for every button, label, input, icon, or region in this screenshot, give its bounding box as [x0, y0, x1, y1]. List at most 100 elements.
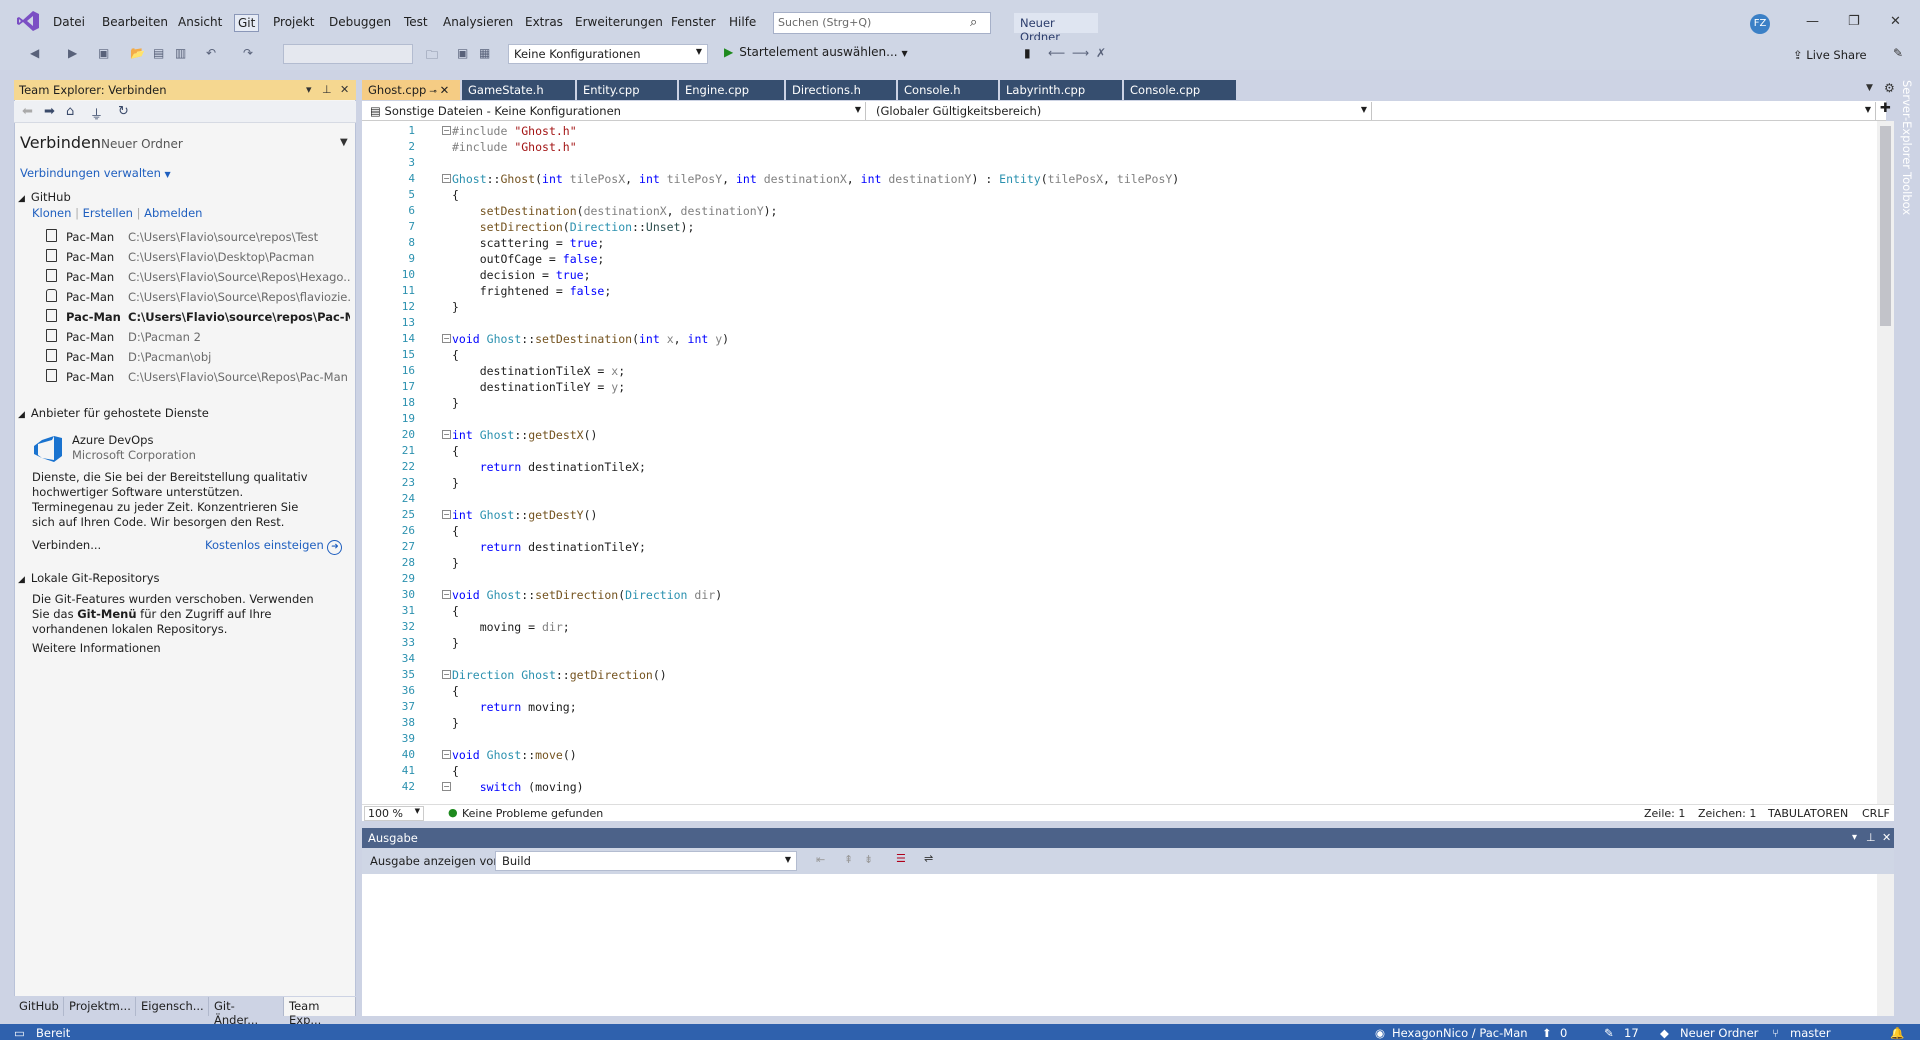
tab-console-cpp[interactable]: Console.cpp [1124, 80, 1236, 100]
line-indicator[interactable]: Zeile: 1 [1644, 807, 1685, 820]
local-repos-header[interactable]: ◢ Lokale Git-Repositorys [18, 571, 160, 585]
indent-mode[interactable]: TABULATOREN [1768, 807, 1848, 820]
close-icon[interactable]: ✕ [1890, 14, 1901, 29]
next-message-icon[interactable]: ⇟ [864, 853, 873, 866]
collapse-icon[interactable]: − [442, 174, 451, 183]
repo-list-item[interactable]: Pac-Man C:\Users\Flavio\Source\Repos\flav… [46, 288, 350, 306]
window-icon[interactable]: ▦ [479, 46, 490, 60]
menu-analysieren[interactable]: Analysieren [440, 14, 516, 30]
bottom-tab[interactable]: Eigensch... [136, 997, 209, 1016]
bookmark-next-icon[interactable]: ⟶ [1072, 46, 1089, 60]
collapse-icon[interactable]: − [442, 510, 451, 519]
collapse-icon[interactable]: − [442, 750, 451, 759]
unpushed-count[interactable]: 0 [1560, 1026, 1567, 1040]
close-icon[interactable]: ✕ [1882, 831, 1891, 844]
tab-directions-h[interactable]: Directions.h [786, 80, 896, 100]
repo-list-item[interactable]: Pac-Man D:\Pacman 2 [46, 328, 346, 346]
back-icon[interactable]: ◀ [30, 46, 39, 60]
create-link[interactable]: Erstellen [83, 206, 133, 220]
server-explorer-tab[interactable]: Server-Explorer [1900, 80, 1914, 169]
repo-list-item[interactable]: Pac-Man C:\Users\Flavio\source\repos\Pac-… [46, 308, 350, 326]
clear-all-icon[interactable]: ☰ [896, 852, 906, 865]
collapse-icon[interactable]: − [442, 126, 451, 135]
project-combo[interactable]: ▤ Sonstige Dateien - Keine Konfiguration… [364, 102, 866, 120]
bottom-tab[interactable]: Team Exp... [284, 997, 356, 1027]
undo-icon[interactable]: ↶ [206, 46, 216, 60]
github-section-header[interactable]: ◢ GitHub [18, 190, 71, 204]
notification-icon[interactable]: 🔔 [1890, 1026, 1904, 1040]
settings-icon[interactable]: ⚙ [1884, 81, 1895, 95]
collapse-icon[interactable]: − [442, 670, 451, 679]
get-started-free-link[interactable]: Kostenlos einsteigen ➜ [205, 538, 343, 555]
home-icon[interactable]: ⌂ [66, 104, 74, 119]
search-input[interactable]: Suchen (Strg+Q) [773, 12, 991, 34]
restore-icon[interactable]: ❐ [1848, 14, 1860, 29]
forward-icon[interactable]: ▶ [68, 46, 77, 60]
clone-link[interactable]: Klonen [32, 206, 71, 220]
save-icon[interactable]: ▤ [153, 46, 164, 60]
editor-scrollbar-thumb[interactable] [1880, 126, 1891, 326]
forward-icon[interactable]: ➡ [44, 104, 55, 119]
new-project-icon[interactable]: ▣ [98, 46, 109, 60]
tab-overflow-icon[interactable]: ▼ [1866, 83, 1873, 93]
configuration-combo[interactable]: Keine Konfigurationen ▼ [508, 44, 708, 64]
branch-name[interactable]: master [1790, 1026, 1831, 1040]
bottom-tab[interactable]: GitHub [14, 997, 64, 1016]
menu-git[interactable]: Git [234, 14, 260, 32]
menu-debuggen[interactable]: Debuggen [326, 14, 394, 30]
menu-ansicht[interactable]: Ansicht [175, 14, 225, 30]
back-icon[interactable]: ⬅ [22, 104, 33, 119]
chevron-down-icon[interactable]: ▼ [340, 137, 348, 148]
visual-studio-logo-icon[interactable] [16, 10, 40, 32]
close-icon[interactable]: ✕ [340, 83, 349, 96]
pane-menu-icon[interactable]: ▾ [306, 83, 312, 96]
problems-status[interactable]: Keine Probleme gefunden [462, 807, 603, 820]
plug-icon[interactable]: ⏚ [90, 104, 103, 123]
hosted-services-header[interactable]: ◢ Anbieter für gehostete Dienste [18, 406, 209, 420]
bookmark-prev-icon[interactable]: ⟵ [1048, 46, 1065, 60]
collapse-icon[interactable]: − [442, 782, 451, 791]
live-share-button[interactable]: ⇪ Live Share [1793, 48, 1867, 62]
collapse-icon[interactable]: − [442, 430, 451, 439]
split-icon[interactable]: ✚ [1880, 101, 1891, 116]
output-scrollbar[interactable] [1877, 874, 1894, 1016]
screenshot-icon[interactable]: ▣ [457, 46, 468, 60]
repo-name[interactable]: HexagonNico / Pac-Man [1392, 1026, 1528, 1040]
menu-projekt[interactable]: Projekt [270, 14, 317, 30]
feedback-icon[interactable]: ✎ [1893, 46, 1903, 60]
output-body[interactable] [362, 874, 1877, 1016]
toolbox-tab[interactable]: Toolbox [1900, 172, 1914, 215]
pin-icon[interactable]: ⊥ [1866, 831, 1876, 844]
member-combo[interactable]: ▼ [1376, 102, 1876, 120]
changes-count[interactable]: 17 [1624, 1026, 1639, 1040]
refresh-icon[interactable]: ↻ [118, 104, 129, 119]
collapse-icon[interactable]: − [442, 590, 451, 599]
tab-labyrinth-cpp[interactable]: Labyrinth.cpp [1000, 80, 1122, 100]
menu-test[interactable]: Test [401, 14, 431, 30]
find-message-icon[interactable]: ⇤ [816, 853, 825, 866]
repo-list-item[interactable]: Pac-Man C:\Users\Flavio\Source\Repos\Pac-… [46, 368, 348, 386]
pane-menu-icon[interactable]: ▾ [1852, 832, 1857, 843]
collapse-icon[interactable]: − [442, 334, 451, 343]
menu-hilfe[interactable]: Hilfe [726, 14, 759, 30]
bottom-tab[interactable]: Git-Änder... [209, 997, 284, 1027]
save-all-icon[interactable]: ▥ [175, 46, 186, 60]
char-indicator[interactable]: Zeichen: 1 [1698, 807, 1756, 820]
start-button[interactable]: ▶ Startelement auswählen... ▼ [724, 45, 908, 59]
repo-list-item[interactable]: Pac-Man C:\Users\Flavio\Source\Repos\Hexa… [46, 268, 350, 286]
scope-combo[interactable]: (Globaler Gültigkeitsbereich) ▼ [870, 102, 1372, 120]
zoom-combo[interactable]: 100 % ▼ [364, 806, 424, 821]
manage-connections-link[interactable]: Verbindungen verwalten ▼ [20, 166, 171, 180]
menu-bearbeiten[interactable]: Bearbeiten [99, 14, 171, 30]
tab-engine-cpp[interactable]: Engine.cpp [679, 80, 784, 100]
redo-icon[interactable]: ↷ [243, 46, 253, 60]
minimize-icon[interactable]: — [1806, 14, 1819, 29]
bookmark-icon[interactable]: ▮ [1024, 46, 1031, 60]
tab-gamestate-h[interactable]: GameState.h [462, 80, 575, 100]
tab-console-h[interactable]: Console.h [898, 80, 998, 100]
repo-list-item[interactable]: Pac-Man C:\Users\Flavio\Desktop\Pacman [46, 248, 346, 266]
avatar[interactable]: FZ [1750, 14, 1770, 34]
page-subtitle[interactable]: Neuer Ordner [101, 137, 183, 151]
azure-connect-link[interactable]: Verbinden... [32, 538, 132, 553]
status-folder[interactable]: Neuer Ordner [1680, 1026, 1758, 1040]
